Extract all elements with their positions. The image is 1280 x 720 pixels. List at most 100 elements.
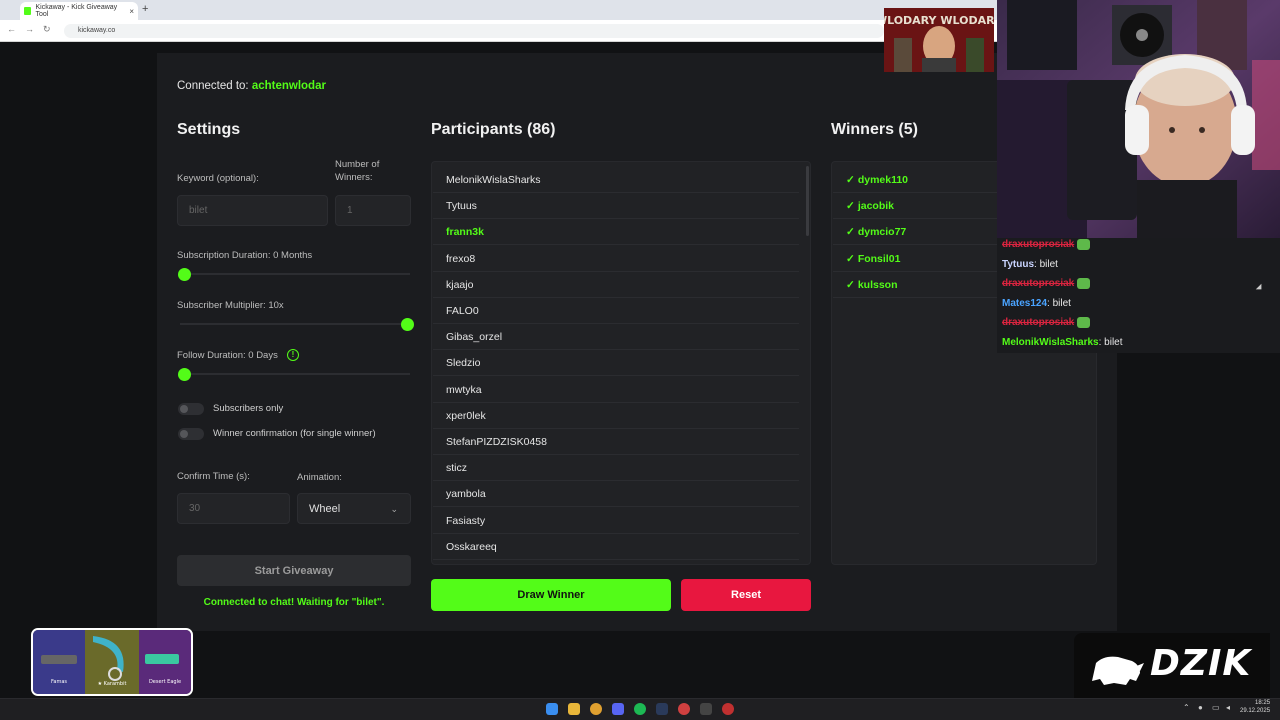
chat-message: MelonikWislaSharks: bilet: [1002, 337, 1123, 348]
participant-row: Tytuus: [433, 193, 799, 220]
chat-username[interactable]: Tytuus: [1002, 259, 1034, 270]
check-icon: ✓: [846, 174, 855, 186]
new-tab-icon[interactable]: +: [142, 3, 148, 15]
steam-icon[interactable]: [656, 703, 668, 715]
participant-row: xper0lek: [433, 403, 799, 429]
webcam-overlay: [997, 0, 1280, 238]
check-icon: ✓: [846, 278, 855, 291]
confirm-time-input[interactable]: 30: [177, 493, 290, 524]
system-clock[interactable]: 18:25 29.12.2025: [1240, 699, 1270, 715]
participant-row: FALO0: [433, 298, 799, 324]
participant-row: Gibas_orzel: [433, 324, 799, 351]
reload-icon[interactable]: ↻: [43, 24, 51, 35]
app-icon[interactable]: [700, 703, 712, 715]
kick-favicon-icon: [24, 7, 32, 15]
winner-confirmation-toggle[interactable]: [178, 428, 204, 440]
winner-name: Fonsil01: [857, 252, 901, 265]
forward-icon[interactable]: →: [25, 24, 34, 34]
participant-row: frexo8: [433, 246, 799, 272]
participants-scrollbar[interactable]: [806, 166, 809, 236]
back-icon[interactable]: ←: [7, 24, 16, 34]
connection-prefix: Connected to:: [177, 80, 252, 92]
participant-row: frann3k: [433, 219, 799, 246]
url-field[interactable]: kickaway.co: [64, 24, 884, 38]
chat-message: Mates124: bilet: [1002, 298, 1071, 309]
animation-label: Animation:: [297, 472, 342, 483]
winner-confirmation-label: Winner confirmation (for single winner): [213, 428, 376, 439]
winners-heading: Winners (5): [831, 121, 918, 138]
chat-username[interactable]: MelonikWislaSharks: [1002, 337, 1099, 348]
participant-row: MelonikWislaSharks: [433, 167, 799, 193]
participant-row: Osskareeq: [433, 534, 799, 560]
tray-chevron-icon[interactable]: ⌃: [1183, 703, 1190, 712]
banner-title: WLODARY WLODARA: [884, 14, 994, 27]
close-tab-icon[interactable]: ×: [129, 7, 134, 16]
case-item-karambit: ★ Karambit: [98, 681, 127, 687]
dzik-logo-text: DZIK: [1150, 643, 1252, 684]
follow-duration-track[interactable]: [180, 373, 410, 375]
case-opening-overlay: Famas ★ Karambit Desert Eagle: [31, 628, 193, 696]
participant-row: yambola: [433, 481, 799, 508]
network-icon[interactable]: ▭: [1212, 703, 1220, 712]
animation-select[interactable]: Wheel ⌄: [297, 493, 411, 524]
keyword-input[interactable]: bilet: [177, 195, 328, 226]
follow-duration-slider-handle[interactable]: [178, 368, 191, 381]
subscription-duration-track[interactable]: [180, 273, 410, 275]
chat-username[interactable]: Mates124: [1002, 298, 1047, 309]
participants-heading: Participants (86): [431, 121, 556, 138]
subscription-duration-slider-handle[interactable]: [178, 268, 191, 281]
connected-channel: achtenwlodar: [251, 80, 326, 92]
participant-row: kjaajo: [433, 272, 799, 298]
obs-icon[interactable]: [722, 703, 734, 715]
bot-badge-icon: [1077, 278, 1091, 289]
chat-message: draxutoprosiak: [1002, 278, 1091, 289]
start-giveaway-button[interactable]: Start Giveaway: [177, 555, 411, 586]
winner-name: dymek110: [857, 174, 909, 186]
spotify-icon[interactable]: [634, 703, 646, 715]
mic-icon[interactable]: ●: [1198, 703, 1203, 712]
settings-heading: Settings: [177, 121, 241, 138]
subscribers-only-toggle[interactable]: [178, 403, 204, 415]
animation-selected-value: Wheel: [309, 502, 341, 515]
tab-title: Kickaway - Kick Giveaway Tool: [35, 4, 118, 18]
chrome-icon[interactable]: [590, 703, 602, 715]
chat-username[interactable]: draxutoprosiak: [1002, 239, 1074, 250]
participant-row: Sledzio: [433, 350, 799, 377]
bot-badge-icon: [1077, 239, 1091, 250]
subscriber-multiplier-track[interactable]: [180, 323, 410, 325]
case-item-famas: Famas: [51, 679, 67, 685]
participant-row: Fasiasty: [433, 508, 799, 534]
bot-badge-icon: [1077, 317, 1091, 328]
confirm-time-label: Confirm Time (s):: [177, 471, 250, 482]
chat-username[interactable]: draxutoprosiak: [1002, 278, 1074, 289]
subscribers-only-label: Subscribers only: [213, 403, 284, 414]
winner-name: dymcio77: [857, 226, 907, 239]
chat-text: : bilet: [1098, 336, 1123, 348]
chat-username[interactable]: draxutoprosiak: [1002, 317, 1074, 328]
streamer-banner: WLODARY WLODARA: [884, 8, 994, 72]
check-icon: ✓: [846, 226, 855, 239]
chat-status-message: Connected to chat! Waiting for "bilet".: [203, 597, 385, 608]
participant-row: sticz: [433, 455, 799, 482]
browser-tab[interactable]: Kickaway - Kick Giveaway Tool ×: [20, 2, 138, 20]
winners-count-label: Number of Winners:: [335, 159, 380, 183]
discord-icon[interactable]: [612, 703, 624, 715]
chat-message: Tytuus: bilet: [1002, 259, 1058, 270]
winner-name: jacobik: [857, 200, 894, 213]
follow-duration-label: Follow Duration: 0 Days: [177, 350, 278, 361]
case-item-deagle: Desert Eagle: [149, 679, 181, 685]
start-menu-icon[interactable]: [546, 703, 558, 715]
chat-text: : bilet: [1047, 297, 1071, 309]
winners-count-input[interactable]: 1: [335, 195, 411, 226]
participants-list[interactable]: MelonikWislaSharks Tytuus frann3k frexo8 kja…: [431, 161, 811, 565]
browser-icon[interactable]: [678, 703, 690, 715]
volume-icon[interactable]: ◂: [1226, 703, 1230, 712]
keyword-label: Keyword (optional):: [177, 173, 259, 184]
winner-row: ✓ jacobik: [833, 193, 1003, 220]
subscriber-multiplier-slider-handle[interactable]: [401, 318, 414, 331]
draw-winner-button[interactable]: Draw Winner: [431, 579, 671, 611]
reset-button[interactable]: Reset: [681, 579, 811, 611]
file-explorer-icon[interactable]: [568, 703, 580, 715]
info-icon[interactable]: !: [287, 349, 299, 361]
check-icon: ✓: [846, 200, 855, 213]
